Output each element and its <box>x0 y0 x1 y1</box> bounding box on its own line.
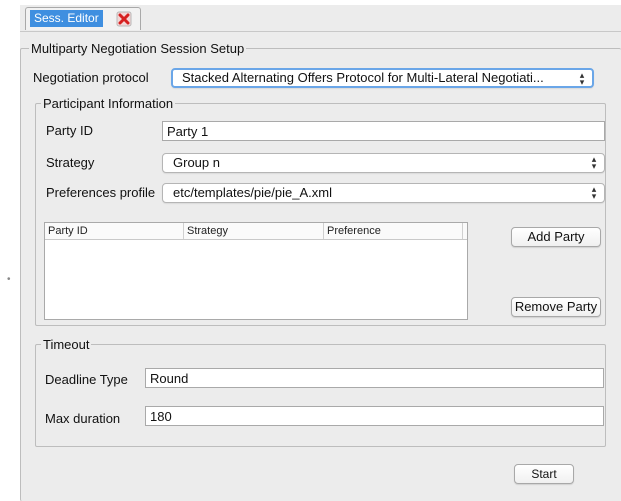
protocol-select[interactable]: Stacked Alternating Offers Protocol for … <box>171 68 594 88</box>
chevron-updown-icon: ▴ ▾ <box>591 184 597 201</box>
max-duration-label: Max duration <box>45 411 121 426</box>
table-header-strategy[interactable]: Strategy <box>184 223 324 239</box>
deadline-type-input[interactable] <box>145 368 604 388</box>
table-header-preference[interactable]: Preference <box>324 223 463 239</box>
party-table[interactable]: Party ID Strategy Preference <box>44 222 468 320</box>
preferences-value: etc/templates/pie/pie_A.xml <box>173 185 332 200</box>
tab-strip: Sess. Editor <box>20 5 621 32</box>
protocol-value: Stacked Alternating Offers Protocol for … <box>182 70 544 85</box>
table-header-party-id[interactable]: Party ID <box>45 223 184 239</box>
protocol-label: Negotiation protocol <box>33 70 149 85</box>
max-duration-input[interactable] <box>145 406 604 426</box>
timeout-legend: Timeout <box>43 337 90 352</box>
party-id-label: Party ID <box>46 123 93 138</box>
preferences-label: Preferences profile <box>46 185 156 200</box>
chevron-updown-icon: ▴ ▾ <box>591 154 597 171</box>
splitter-handle-icon[interactable]: • <box>7 274 11 285</box>
tab-title[interactable]: Sess. Editor <box>30 10 103 27</box>
preferences-select[interactable]: etc/templates/pie/pie_A.xml ▴ ▾ <box>162 183 605 203</box>
tab-session-editor[interactable]: Sess. Editor <box>25 7 141 30</box>
session-setup-legend: Multiparty Negotiation Session Setup <box>31 41 245 56</box>
remove-party-button[interactable]: Remove Party <box>511 297 601 317</box>
strategy-label: Strategy <box>46 155 95 170</box>
start-button[interactable]: Start <box>514 464 574 484</box>
participant-info-legend: Participant Information <box>43 96 174 111</box>
deadline-type-label: Deadline Type <box>45 372 128 387</box>
strategy-select[interactable]: Group n ▴ ▾ <box>162 153 605 173</box>
party-table-header: Party ID Strategy Preference <box>45 223 467 240</box>
party-id-input[interactable] <box>162 121 605 141</box>
close-icon[interactable] <box>116 11 132 27</box>
timeout-group: Timeout <box>35 337 606 447</box>
session-editor-panel: Multiparty Negotiation Session Setup Neg… <box>20 32 621 501</box>
chevron-updown-icon: ▴ ▾ <box>579 70 585 87</box>
add-party-button[interactable]: Add Party <box>511 227 601 247</box>
strategy-value: Group n <box>173 155 220 170</box>
